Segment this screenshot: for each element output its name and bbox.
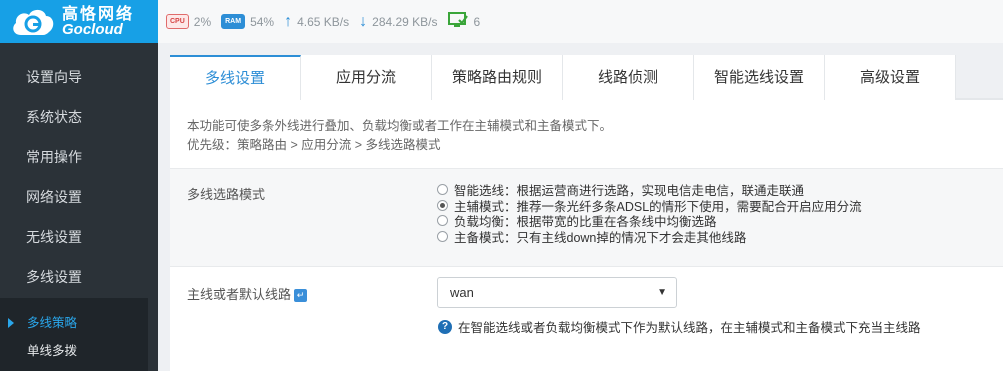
tab-smart-line-settings[interactable]: 智能选线设置 (694, 55, 825, 100)
ram-stat: RAM 54% (221, 14, 274, 29)
sidebar-item-network[interactable]: 网络设置 (0, 177, 158, 217)
main-panel: 多线设置 应用分流 策略路由规则 线路侦测 智能选线设置 高级设置 本功能可使多… (170, 55, 1003, 371)
link-icon[interactable]: ↵ (294, 289, 308, 303)
sidebar-item-multiline[interactable]: 多线设置 (0, 257, 158, 297)
sidebar-item-setup-wizard[interactable]: 设置向导 (0, 57, 158, 97)
sidebar-item-wireless[interactable]: 无线设置 (0, 217, 158, 257)
tab-advanced-settings[interactable]: 高级设置 (825, 55, 956, 100)
brand-name-cn: 高恪网络 (62, 5, 135, 23)
default-line-select[interactable]: wan ▼ (437, 277, 677, 308)
description-line-2: 优先级：策略路由 > 应用分流 > 多线选路模式 (187, 138, 441, 152)
tab-bar: 多线设置 应用分流 策略路由规则 线路侦测 智能选线设置 高级设置 (170, 55, 1003, 100)
default-line-label-wrap: 主线或者默认线路 ↵ (187, 284, 308, 303)
default-line-label: 主线或者默认线路 (187, 287, 292, 302)
cpu-value: 2% (193, 14, 212, 29)
sidebar-item-common-ops[interactable]: 常用操作 (0, 137, 158, 177)
mode-option-primary-backup[interactable]: 主备模式：只有主线down掉的情况下才会走其他线路 (437, 229, 862, 245)
tab-line-detection[interactable]: 线路侦测 (563, 55, 694, 100)
caret-down-icon: ▼ (657, 287, 667, 298)
monitor-check-icon (447, 12, 468, 31)
status-bar: CPU 2% RAM 54% ↑ 4.65 KB/s ↓ 284.29 KB/s… (158, 0, 1003, 43)
default-line-row: 主线或者默认线路 ↵ wan ▼ ? 在智能选线或者负载均衡模式下作为默认线路，在… (170, 267, 1003, 364)
default-line-help-text: 在智能选线或者负载均衡模式下作为默认线路，在主辅模式和主备模式下充当主线路 (458, 321, 921, 335)
radio-button[interactable] (437, 215, 448, 226)
mode-label: 多线选路模式 (187, 187, 266, 202)
cpu-icon: CPU (166, 14, 189, 29)
question-icon: ? (438, 319, 452, 334)
tab-policy-routing-rules[interactable]: 策略路由规则 (432, 55, 563, 100)
radio-button[interactable] (437, 230, 448, 242)
download-arrow-icon: ↓ (359, 12, 368, 30)
mode-radio-group: 智能选线：根据运营商进行选路，实现电信走电信，联通走联通 主辅模式：推荐一条光纤… (437, 182, 862, 245)
tab-app-split[interactable]: 应用分流 (301, 55, 432, 100)
cpu-stat: CPU 2% (166, 14, 211, 29)
sidebar-subitem-single-line-multi-dial[interactable]: 单线多拨 (0, 337, 148, 365)
tab-multiline-settings[interactable]: 多线设置 (170, 55, 301, 100)
sidebar-subitem-multiline-policy[interactable]: 多线策略 (0, 309, 148, 337)
default-line-help: ? 在智能选线或者负载均衡模式下作为默认线路，在主辅模式和主备模式下充当主线路 (438, 317, 921, 336)
mode-row: 多线选路模式 智能选线：根据运营商进行选路，实现电信走电信，联通走联通 主辅模式… (170, 169, 1003, 267)
radio-button-selected[interactable] (437, 199, 448, 211)
sidebar-submenu: 多线策略 单线多拨 (0, 298, 148, 371)
sidebar: 高恪网络 Gocloud 设置向导 系统状态 常用操作 网络设置 无线设置 多线… (0, 0, 158, 371)
sidebar-menu: 设置向导 系统状态 常用操作 网络设置 无线设置 多线设置 (0, 43, 158, 297)
ram-value: 54% (250, 14, 275, 29)
sidebar-item-system-status[interactable]: 系统状态 (0, 97, 158, 137)
description-line-1: 本功能可使多条外线进行叠加、负载均衡或者工作在主辅模式和主备模式下。 (187, 119, 613, 133)
upload-stat: ↑ 4.65 KB/s (284, 12, 350, 30)
description: 本功能可使多条外线进行叠加、负载均衡或者工作在主辅模式和主备模式下。 优先级：策… (170, 100, 1003, 169)
online-devices-count: 6 (473, 14, 481, 29)
brand-name-en: Gocloud (62, 20, 123, 38)
default-line-value: wan (450, 285, 474, 300)
radio-button[interactable] (437, 184, 448, 195)
download-speed: 284.29 KB/s (372, 14, 438, 29)
upload-speed: 4.65 KB/s (297, 14, 350, 29)
online-devices-stat[interactable]: 6 (447, 12, 481, 31)
cloud-logo-icon (10, 5, 56, 39)
upload-arrow-icon: ↑ (284, 12, 293, 30)
download-stat: ↓ 284.29 KB/s (359, 12, 438, 30)
ram-icon: RAM (221, 14, 246, 29)
brand-logo[interactable]: 高恪网络 Gocloud (0, 0, 158, 43)
